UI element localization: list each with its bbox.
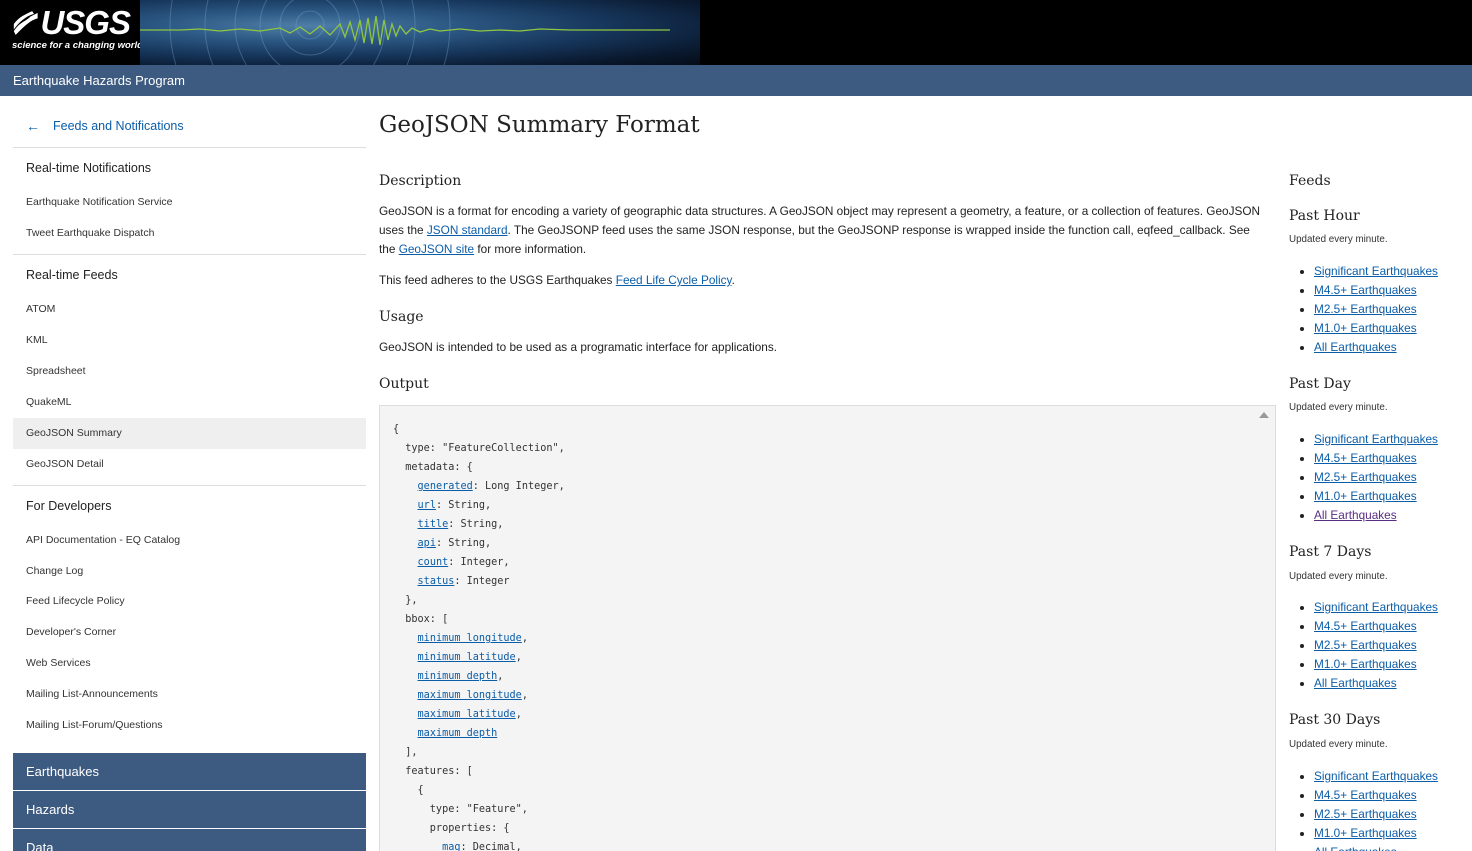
output-code-block[interactable]: { type: "FeatureCollection", metadata: {… (379, 405, 1276, 851)
feed-link[interactable]: M2.5+ Earthquakes (1314, 638, 1417, 652)
nav-item-api-docs[interactable]: API Documentation - EQ Catalog (13, 525, 366, 556)
seismograph-banner (140, 0, 700, 65)
usgs-logo[interactable]: USGS science for a changing world (12, 4, 143, 56)
code-field-link[interactable]: api (418, 538, 436, 549)
usage-heading: Usage (379, 309, 424, 325)
policy-text: This feed adheres to the USGS Earthquake… (379, 273, 735, 287)
bbox-link[interactable]: minimum latitude (418, 652, 516, 663)
nav-item-quakeml[interactable]: QuakeML (13, 387, 366, 418)
back-link-label: Feeds and Notifications (53, 119, 184, 133)
feed-link[interactable]: All Earthquakes (1314, 508, 1397, 522)
code-field-link[interactable]: title (418, 519, 449, 530)
feed-link[interactable]: M2.5+ Earthquakes (1314, 807, 1417, 821)
feed-link[interactable]: M1.0+ Earthquakes (1314, 489, 1417, 503)
code-field-link[interactable]: status (418, 576, 455, 587)
nav-earthquakes[interactable]: Earthquakes (13, 753, 366, 790)
nav-item-geojson-summary[interactable]: GeoJSON Summary (13, 418, 366, 449)
feed-link[interactable]: Significant Earthquakes (1314, 769, 1438, 783)
left-nav: ← Feeds and Notifications Real-time Noti… (13, 96, 366, 851)
nav-item-developers-corner[interactable]: Developer's Corner (13, 617, 366, 648)
page-title: GeoJSON Summary Format (379, 112, 700, 138)
description-heading: Description (379, 173, 462, 189)
feed-link[interactable]: M4.5+ Earthquakes (1314, 788, 1417, 802)
code-field-link[interactable]: count (418, 557, 449, 568)
feed-link[interactable]: All Earthquakes (1314, 676, 1397, 690)
bbox-link[interactable]: minimum depth (418, 671, 498, 682)
logo-tagline: science for a changing world (12, 40, 143, 51)
feed-link[interactable]: M4.5+ Earthquakes (1314, 283, 1417, 297)
output-heading: Output (379, 376, 429, 392)
feed-group-heading: Past Hour (1289, 208, 1360, 224)
feed-link[interactable]: M1.0+ Earthquakes (1314, 657, 1417, 671)
feed-updated-note: Updated every minute. (1289, 739, 1388, 750)
bbox-link[interactable]: maximum latitude (418, 709, 516, 720)
nav-item-atom[interactable]: ATOM (13, 294, 366, 325)
feed-link[interactable]: All Earthquakes (1314, 845, 1397, 851)
feed-group-heading: Past 30 Days (1289, 712, 1381, 728)
code-field-link[interactable]: mag (442, 842, 460, 851)
feed-updated-note: Updated every minute. (1289, 571, 1388, 582)
nav-item-tweet-dispatch[interactable]: Tweet Earthquake Dispatch (13, 218, 366, 249)
nav-item-mailing-announcements[interactable]: Mailing List-Announcements (13, 679, 366, 710)
bbox-link[interactable]: minimum longitude (418, 633, 522, 644)
feed-links-past-hour: Significant Earthquakes M4.5+ Earthquake… (1314, 262, 1438, 357)
bbox-link[interactable]: maximum longitude (418, 690, 522, 701)
program-title[interactable]: Earthquake Hazards Program (13, 73, 185, 88)
feed-link[interactable]: All Earthquakes (1314, 340, 1397, 354)
bbox-link[interactable]: maximum depth (418, 728, 498, 739)
nav-item-lifecycle-policy[interactable]: Feed Lifecycle Policy (13, 586, 366, 617)
geojson-site-link[interactable]: GeoJSON site (399, 242, 474, 256)
feeds-sidebar: Feeds Past Hour Updated every minute. Si… (1289, 96, 1472, 851)
feed-link[interactable]: M2.5+ Earthquakes (1314, 470, 1417, 484)
feed-updated-note: Updated every minute. (1289, 234, 1388, 245)
feed-link[interactable]: Significant Earthquakes (1314, 264, 1438, 278)
feed-link[interactable]: M2.5+ Earthquakes (1314, 302, 1417, 316)
feed-lifecycle-link[interactable]: Feed Life Cycle Policy (616, 273, 732, 287)
nav-section-heading: Real-time Notifications (26, 161, 152, 175)
feed-links-past-7-days: Significant Earthquakes M4.5+ Earthquake… (1314, 598, 1438, 693)
nav-item-spreadsheet[interactable]: Spreadsheet (13, 356, 366, 387)
nav-item-change-log[interactable]: Change Log (13, 556, 366, 587)
program-bar: Earthquake Hazards Program (0, 65, 1472, 96)
code-text: { type: "FeatureCollection", metadata: {… (393, 424, 565, 851)
scroll-up-icon[interactable] (1259, 412, 1269, 418)
nav-section-notifications: Real-time Notifications Earthquake Notif… (13, 147, 366, 254)
nav-data[interactable]: Data (13, 829, 366, 851)
feed-link[interactable]: M1.0+ Earthquakes (1314, 826, 1417, 840)
logo-wordmark: USGS (40, 4, 131, 41)
nav-section-heading: Real-time Feeds (26, 268, 118, 282)
description-text: GeoJSON is a format for encoding a varie… (379, 204, 1261, 256)
feed-updated-note: Updated every minute. (1289, 402, 1388, 413)
code-field-link[interactable]: url (418, 500, 436, 511)
feed-links-past-30-days: Significant Earthquakes M4.5+ Earthquake… (1314, 767, 1438, 851)
nav-hazards[interactable]: Hazards (13, 791, 366, 828)
usgs-wave-icon (13, 11, 38, 35)
feed-link[interactable]: M1.0+ Earthquakes (1314, 321, 1417, 335)
site-header: USGS science for a changing world (0, 0, 1472, 65)
nav-item-kml[interactable]: KML (13, 325, 366, 356)
usage-text: GeoJSON is intended to be used as a prog… (379, 340, 778, 354)
json-standard-link[interactable]: JSON standard (427, 223, 508, 237)
feed-links-past-day: Significant Earthquakes M4.5+ Earthquake… (1314, 430, 1438, 525)
main-content: GeoJSON Summary Format Description GeoJS… (379, 96, 1276, 851)
feed-group-heading: Past Day (1289, 376, 1351, 392)
nav-item-web-services[interactable]: Web Services (13, 648, 366, 679)
back-link[interactable]: ← Feeds and Notifications (26, 118, 184, 134)
nav-item-mailing-forum[interactable]: Mailing List-Forum/Questions (13, 710, 366, 741)
feed-link[interactable]: Significant Earthquakes (1314, 600, 1438, 614)
nav-section-developers: For Developers API Documentation - EQ Ca… (13, 485, 366, 747)
feed-link[interactable]: M4.5+ Earthquakes (1314, 451, 1417, 465)
feed-link[interactable]: M4.5+ Earthquakes (1314, 619, 1417, 633)
code-field-link[interactable]: generated (418, 481, 473, 492)
nav-section-heading: For Developers (26, 499, 112, 513)
nav-section-feeds: Real-time Feeds ATOM KML Spreadsheet Qua… (13, 254, 366, 485)
nav-item-geojson-detail[interactable]: GeoJSON Detail (13, 449, 366, 480)
arrow-left-icon: ← (26, 118, 40, 134)
feed-link[interactable]: Significant Earthquakes (1314, 432, 1438, 446)
feeds-heading: Feeds (1289, 173, 1331, 189)
nav-item-notification-service[interactable]: Earthquake Notification Service (13, 187, 366, 218)
feed-group-heading: Past 7 Days (1289, 544, 1372, 560)
